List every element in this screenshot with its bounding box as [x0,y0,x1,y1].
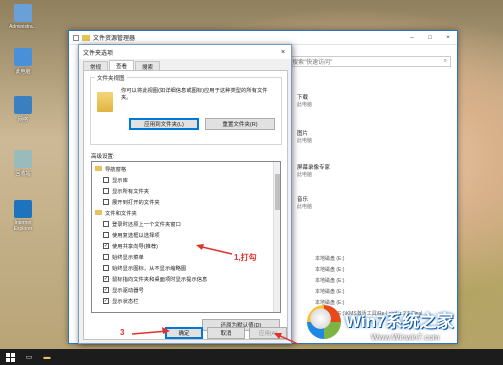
file-explorer-taskbar-icon[interactable]: ▬ [38,354,56,361]
watermark-title: Win7系统之家 [345,312,454,331]
taskbar: ▭ ▬ [0,349,503,365]
annotation-step1: 1,打勾 [234,253,257,262]
task-view-icon[interactable]: ▭ [20,353,38,361]
windows-icon [5,352,15,362]
annotation-step3: 3 [120,328,125,337]
watermark-url: Www.Winwin7.com [371,333,440,342]
watermark: Win7系统之家 Www.Winwin7.com [307,303,497,347]
windows7-logo-icon [307,305,341,339]
start-button[interactable] [0,352,20,362]
